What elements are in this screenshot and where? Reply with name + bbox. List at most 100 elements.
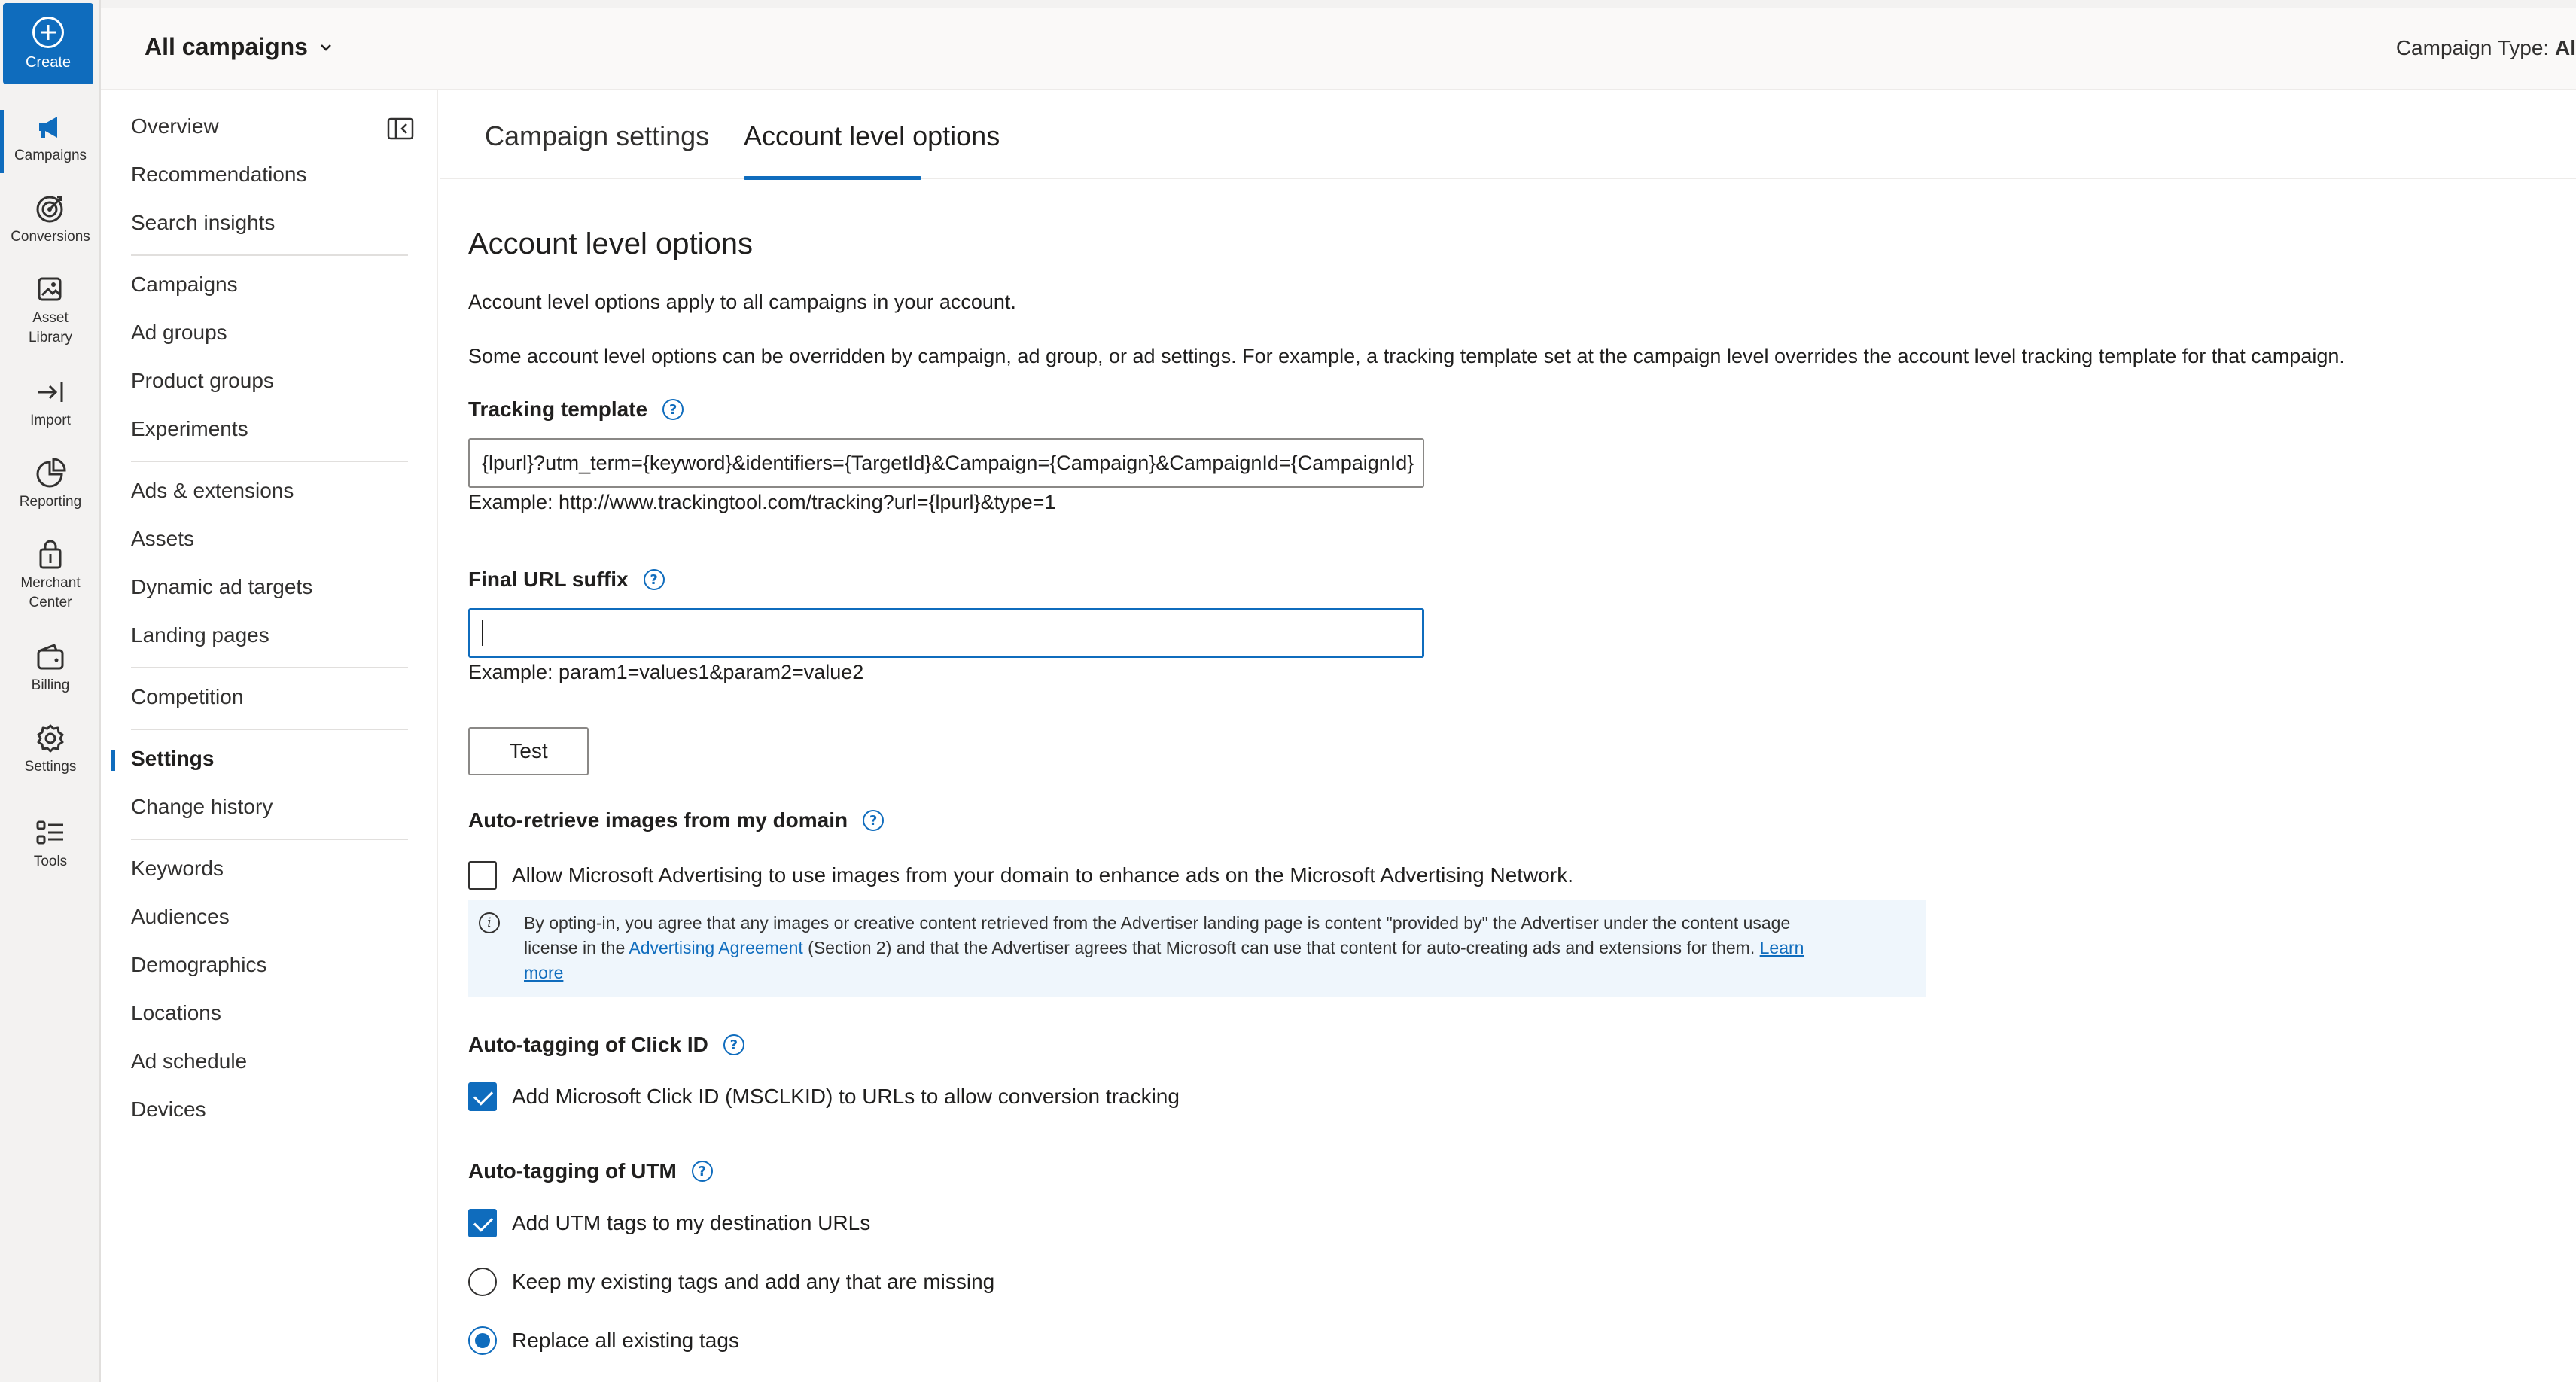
final-url-suffix-example: Example: param1=values1&param2=value2 — [468, 661, 864, 683]
test-button[interactable]: Test — [468, 727, 589, 775]
utm-replace-radio[interactable] — [468, 1326, 497, 1355]
shopping-bag-icon — [39, 540, 62, 569]
tab-bar: Campaign settings Account level options — [440, 90, 2576, 180]
subnav-demographics[interactable]: Demographics — [131, 953, 267, 977]
learn-more-link[interactable]: Learn — [1760, 938, 1804, 957]
subnav-assets[interactable]: Assets — [131, 527, 194, 551]
campaign-selector[interactable]: All campaigns — [145, 33, 333, 61]
help-icon[interactable]: ? — [662, 399, 684, 420]
rail-label: Merchant — [20, 575, 81, 591]
subnav-campaigns[interactable]: Campaigns — [131, 272, 238, 297]
wallet-icon — [37, 644, 64, 670]
rail-item-tools[interactable]: Tools — [0, 816, 101, 879]
subnav-product-groups[interactable]: Product groups — [131, 369, 274, 393]
subnav-change-history[interactable]: Change history — [131, 795, 273, 819]
tab-account-level-options[interactable]: Account level options — [744, 120, 1000, 152]
utm-keep-label: Keep my existing tags and add any that a… — [512, 1270, 995, 1293]
divider — [131, 254, 408, 256]
subnav-ad-schedule[interactable]: Ad schedule — [131, 1049, 247, 1073]
asset-library-icon — [38, 277, 62, 301]
help-icon[interactable]: ? — [723, 1034, 744, 1055]
divider — [131, 461, 408, 462]
final-url-suffix-label: Final URL suffix ? — [468, 568, 665, 592]
rail-item-merchant-center[interactable]: Merchant Center — [0, 537, 101, 620]
import-icon — [38, 382, 63, 402]
reporting-icon — [36, 458, 66, 488]
info-icon: i — [479, 912, 500, 933]
subnav-experiments[interactable]: Experiments — [131, 417, 248, 441]
rail-item-asset-library[interactable]: Asset Library — [0, 272, 101, 355]
help-icon[interactable]: ? — [691, 1161, 713, 1182]
rail-item-settings[interactable]: Settings — [0, 721, 101, 784]
subnav-landing-pages[interactable]: Landing pages — [131, 623, 269, 647]
utm-label: Auto-tagging of UTM ? — [468, 1159, 713, 1183]
tracking-template-example: Example: http://www.trackingtool.com/tra… — [468, 491, 1056, 513]
utm-keep-option: Keep my existing tags and add any that a… — [468, 1268, 994, 1296]
final-url-suffix-label-text: Final URL suffix — [468, 568, 629, 591]
help-icon[interactable]: ? — [643, 569, 665, 590]
rail-item-campaigns[interactable]: Campaigns — [0, 110, 101, 173]
utm-keep-radio[interactable] — [468, 1268, 497, 1296]
utm-label-text: Auto-tagging of UTM — [468, 1159, 677, 1183]
subnav-keywords[interactable]: Keywords — [131, 857, 224, 881]
megaphone-icon — [39, 117, 57, 138]
subnav-locations[interactable]: Locations — [131, 1001, 221, 1025]
rail-label: Asset — [32, 310, 69, 326]
top-strip — [101, 0, 2576, 8]
create-button[interactable]: Create — [3, 3, 93, 84]
tracking-template-label: Tracking template ? — [468, 397, 684, 422]
left-rail: Create Campaigns Conversions Asset Libra… — [0, 0, 101, 1382]
rail-item-billing[interactable]: Billing — [0, 640, 101, 703]
plus-icon — [32, 16, 64, 48]
override-note: Some account level options can be overri… — [468, 345, 2345, 367]
active-tab-indicator — [744, 176, 921, 180]
subnav-recommendations[interactable]: Recommendations — [131, 163, 306, 187]
rail-label: Campaigns — [14, 148, 87, 163]
advertising-agreement-link[interactable]: Advertising Agreement — [629, 938, 802, 957]
click-id-checkbox[interactable] — [468, 1082, 497, 1111]
rail-label: Settings — [24, 759, 77, 775]
rail-label-line2: Center — [29, 595, 72, 610]
auto-retrieve-checkbox[interactable] — [468, 861, 497, 890]
learn-more-link-line2[interactable]: more — [524, 963, 563, 982]
utm-replace-option: Replace all existing tags — [468, 1326, 739, 1355]
rail-label: Billing — [31, 677, 70, 693]
click-id-row: Add Microsoft Click ID (MSCLKID) to URLs… — [468, 1082, 1180, 1111]
subnav-search-insights[interactable]: Search insights — [131, 211, 275, 235]
info-text: license in the — [524, 938, 626, 957]
divider — [131, 839, 408, 840]
subnav-audiences[interactable]: Audiences — [131, 905, 230, 929]
campaign-type-filter[interactable]: Campaign Type: Al — [2396, 36, 2576, 60]
rail-item-reporting[interactable]: Reporting — [0, 456, 101, 519]
utm-row: Add UTM tags to my destination URLs — [468, 1209, 870, 1237]
secondary-nav: Overview Recommendations Search insights… — [101, 90, 438, 1382]
subnav-ad-groups[interactable]: Ad groups — [131, 321, 227, 345]
gear-icon — [37, 724, 64, 753]
rail-item-import[interactable]: Import — [0, 375, 101, 438]
collapse-panel-icon[interactable] — [387, 117, 414, 140]
auto-retrieve-row: Allow Microsoft Advertising to use image… — [468, 861, 1573, 890]
rail-label: Import — [30, 412, 71, 428]
info-line-2: license in the Advertising Agreement (Se… — [524, 936, 1911, 960]
help-icon[interactable]: ? — [863, 810, 885, 831]
subnav-settings[interactable]: Settings — [111, 747, 214, 771]
tracking-template-input[interactable]: {lpurl}?utm_term={keyword}&identifiers={… — [468, 438, 1424, 488]
tracking-template-label-text: Tracking template — [468, 397, 648, 421]
rail-item-conversions[interactable]: Conversions — [0, 191, 101, 254]
subnav-devices[interactable]: Devices — [131, 1097, 206, 1122]
text-caret — [482, 620, 483, 646]
final-url-suffix-input[interactable] — [468, 608, 1424, 658]
page-title: Account level options — [468, 227, 754, 260]
subnav-dynamic-ad-targets[interactable]: Dynamic ad targets — [131, 575, 312, 599]
campaign-type-label: Campaign Type: — [2395, 36, 2550, 59]
tab-campaign-settings[interactable]: Campaign settings — [485, 120, 709, 152]
subnav-overview[interactable]: Overview — [131, 114, 219, 139]
subnav-competition[interactable]: Competition — [131, 685, 243, 709]
utm-replace-label: Replace all existing tags — [512, 1329, 739, 1352]
divider — [131, 667, 408, 668]
info-line-3: more — [524, 960, 1911, 985]
click-id-label: Auto-tagging of Click ID ? — [468, 1033, 744, 1057]
subnav-ads-extensions[interactable]: Ads & extensions — [131, 479, 294, 503]
utm-checkbox[interactable] — [468, 1209, 497, 1237]
rail-label: Tools — [33, 854, 68, 869]
